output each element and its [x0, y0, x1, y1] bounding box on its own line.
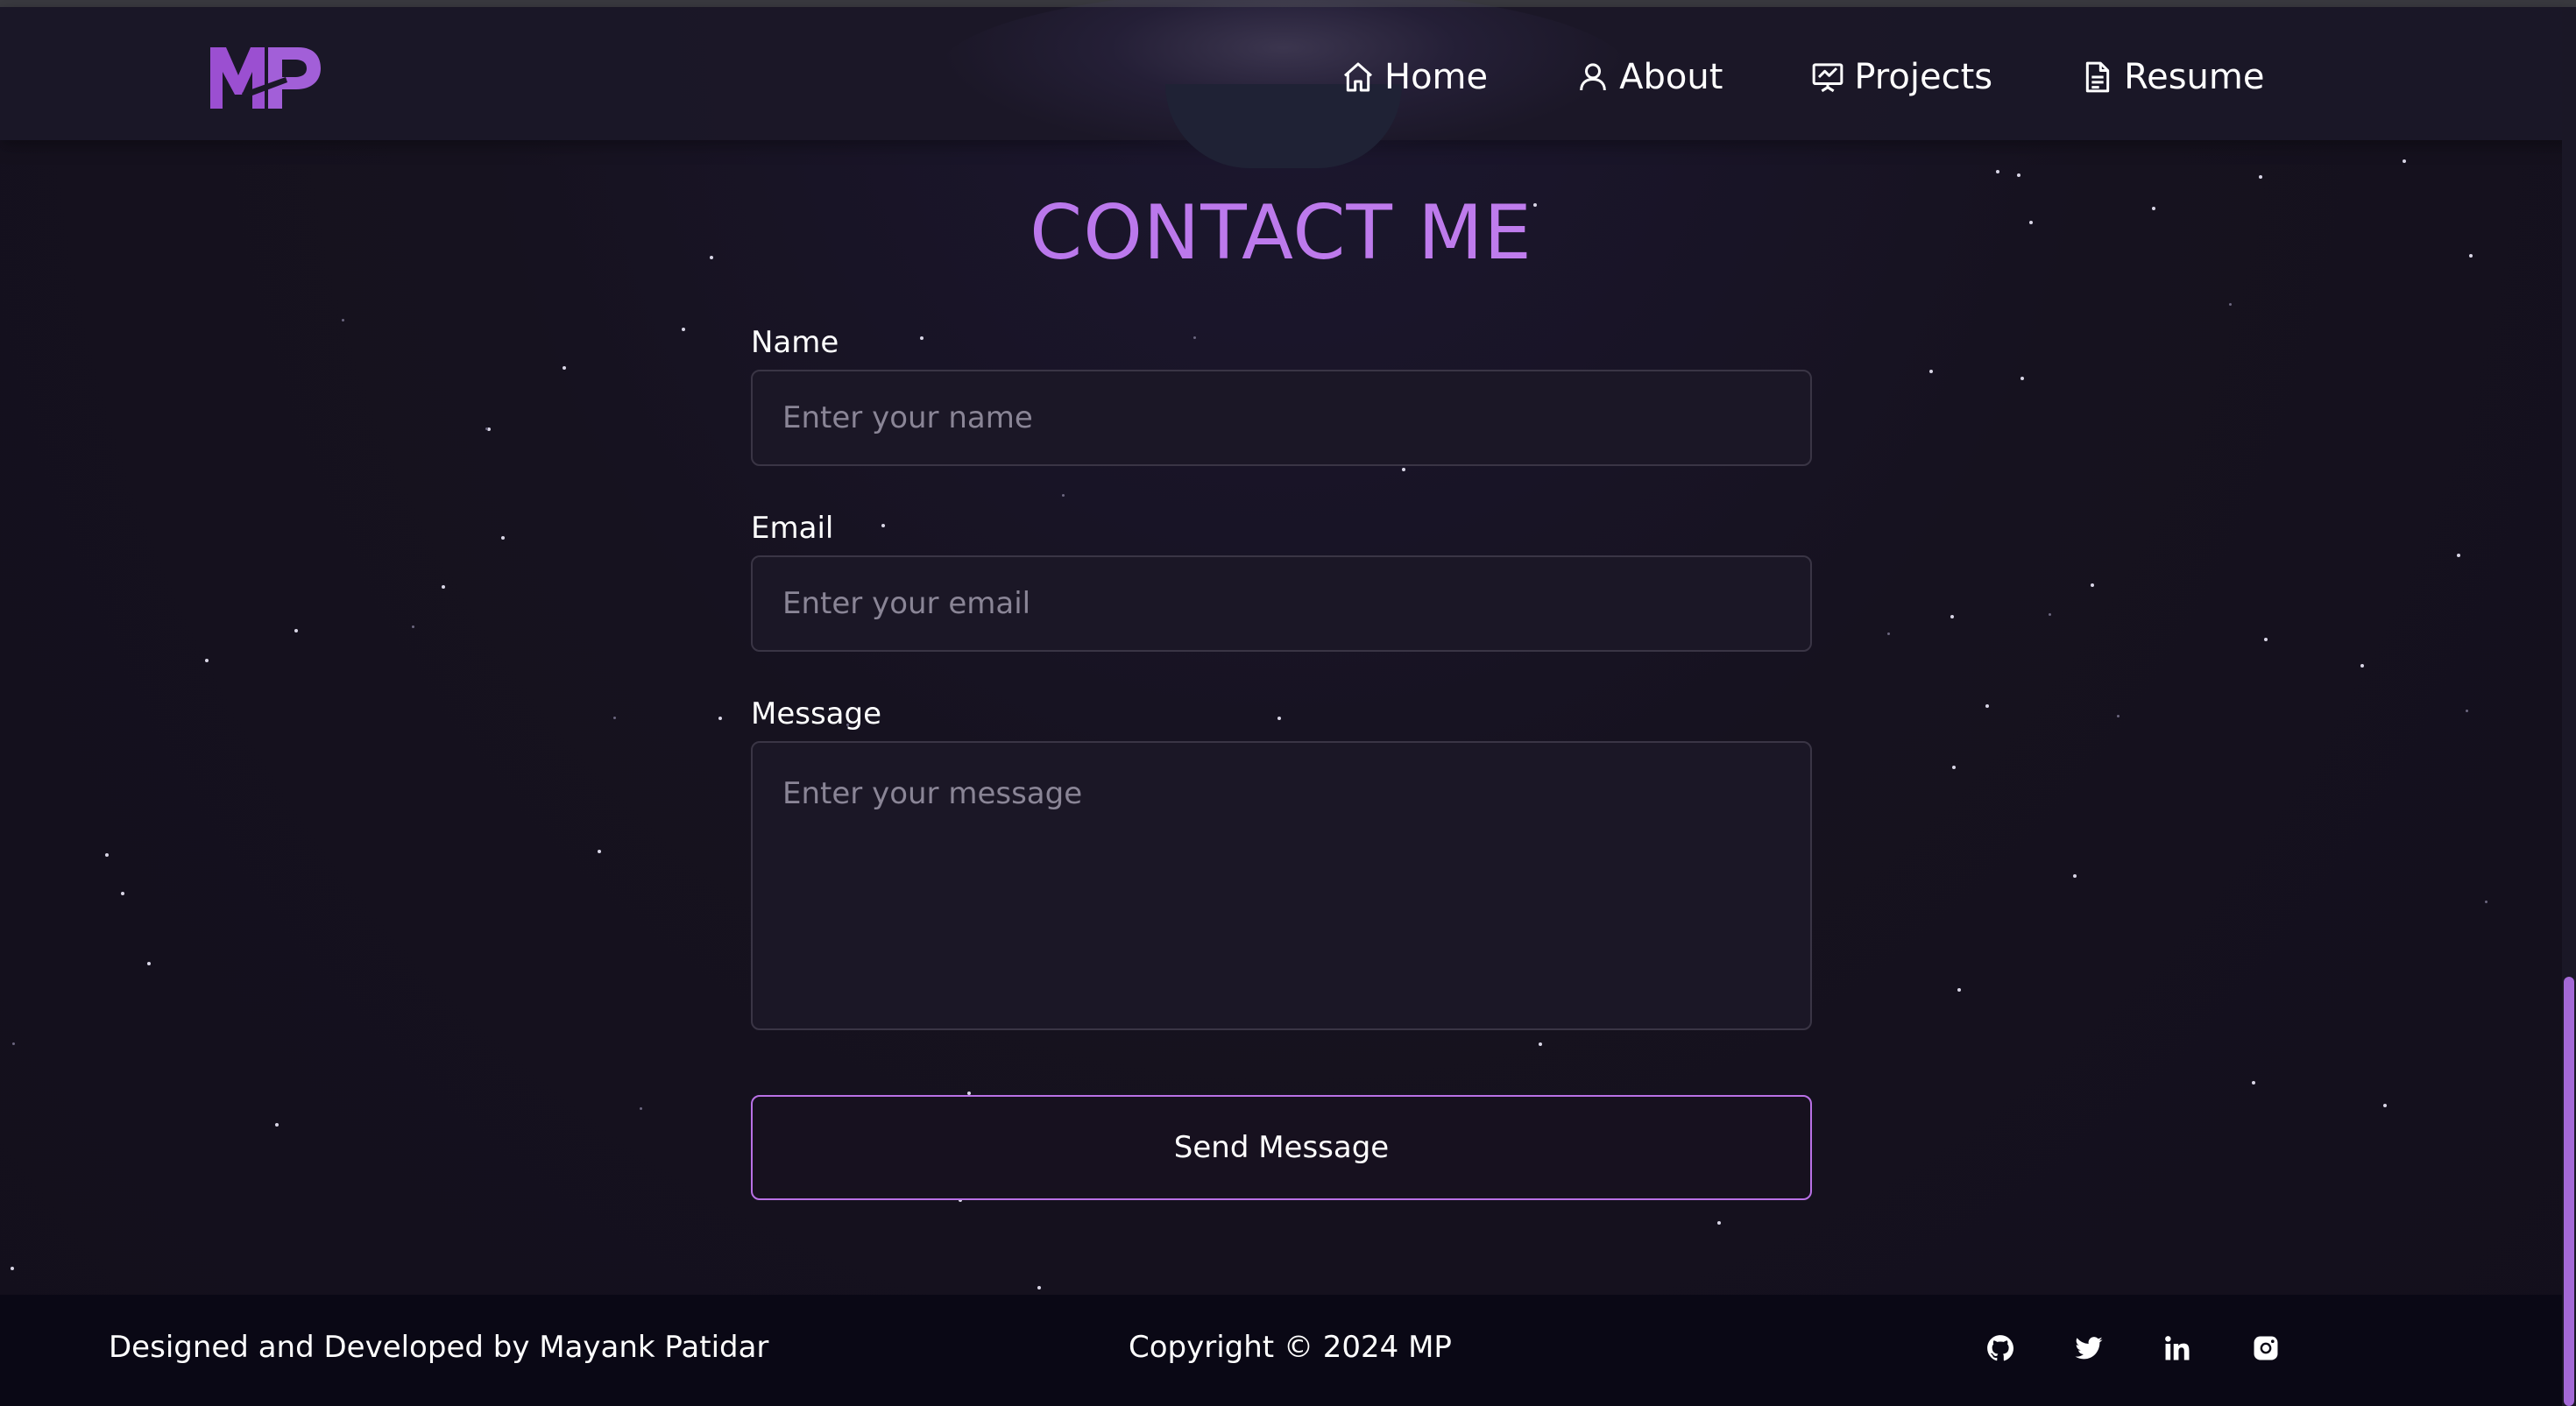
star	[501, 536, 505, 540]
page: Home About Projects Resume CONTACT ME Na…	[0, 0, 2576, 1406]
star	[2466, 710, 2468, 712]
star	[1037, 1286, 1041, 1289]
github-icon	[1987, 1335, 2014, 1361]
message-label: Message	[751, 696, 882, 731]
star	[105, 853, 109, 857]
star	[11, 1267, 14, 1270]
star	[2117, 715, 2120, 717]
star	[2020, 377, 2024, 380]
twitter-link[interactable]	[2072, 1332, 2105, 1365]
star	[2073, 874, 2077, 878]
star	[718, 717, 722, 720]
star	[294, 629, 298, 632]
logo-icon[interactable]	[207, 40, 322, 112]
nav-projects[interactable]: Projects	[1810, 57, 1992, 97]
footer-credit: Designed and Developed by Mayank Patidar	[109, 1330, 769, 1365]
instagram-link[interactable]	[2249, 1332, 2282, 1365]
star	[442, 585, 445, 589]
star	[2457, 554, 2460, 557]
message-textarea[interactable]	[751, 741, 1812, 1030]
star	[682, 328, 685, 331]
star	[2229, 303, 2232, 306]
star	[205, 659, 209, 662]
star	[1985, 704, 1989, 708]
star	[12, 1042, 15, 1045]
github-link[interactable]	[1984, 1332, 2017, 1365]
star	[342, 319, 344, 321]
home-icon	[1344, 62, 1372, 92]
contact-form: Name Email Message Send Message	[751, 324, 1812, 1200]
email-input[interactable]	[751, 555, 1812, 652]
star	[2383, 1104, 2387, 1107]
star	[2252, 1081, 2255, 1085]
nav-home-label: Home	[1384, 57, 1489, 97]
star	[1950, 615, 1954, 618]
star	[1957, 988, 1961, 992]
star	[1929, 370, 1933, 373]
star	[487, 427, 491, 431]
nav-resume-label: Resume	[2124, 57, 2265, 97]
navbar: Home About Projects Resume	[0, 0, 2576, 168]
star	[121, 892, 124, 895]
send-message-button[interactable]: Send Message	[751, 1095, 1812, 1200]
footer-copyright: Copyright © 2024 MP	[1129, 1330, 1452, 1365]
nav-projects-label: Projects	[1854, 57, 1993, 97]
footer: Designed and Developed by Mayank Patidar…	[0, 1295, 2562, 1406]
name-group: Name	[751, 324, 1812, 466]
nav-home[interactable]: Home	[1341, 57, 1488, 97]
star	[1717, 1221, 1721, 1225]
star	[563, 366, 566, 370]
document-icon	[2085, 61, 2110, 93]
nav-about[interactable]: About	[1575, 57, 1723, 97]
star	[2259, 175, 2262, 179]
nav-about-label: About	[1619, 57, 1723, 97]
star	[1996, 170, 1999, 173]
star	[1952, 766, 1956, 769]
linkedin-link[interactable]	[2161, 1332, 2194, 1365]
twitter-icon	[2075, 1337, 2103, 1360]
user-icon	[1580, 63, 1606, 91]
message-group: Message	[751, 696, 1812, 1034]
star	[613, 717, 616, 719]
star	[598, 850, 601, 853]
name-input[interactable]	[751, 370, 1812, 466]
star	[275, 1123, 279, 1127]
email-group: Email	[751, 510, 1812, 652]
star	[147, 962, 151, 965]
star	[2017, 173, 2020, 177]
name-label: Name	[751, 325, 839, 360]
instagram-icon	[2254, 1336, 2278, 1360]
social-links	[1984, 1332, 2282, 1365]
nav-links: Home About Projects Resume	[1341, 42, 2264, 112]
star	[1887, 632, 1890, 635]
star	[2091, 583, 2094, 587]
nav-resume[interactable]: Resume	[2080, 57, 2264, 97]
scrollbar-thumb[interactable]	[2564, 977, 2574, 1406]
star	[2485, 901, 2488, 903]
linkedin-icon	[2165, 1336, 2190, 1360]
star	[2264, 638, 2268, 641]
presentation-chart-icon	[1813, 63, 1844, 93]
star	[2403, 159, 2406, 163]
star	[412, 625, 414, 628]
star	[485, 427, 488, 430]
star	[2360, 664, 2364, 668]
star	[2049, 613, 2051, 616]
email-label: Email	[751, 511, 834, 546]
star	[640, 1107, 642, 1110]
page-title: CONTACT ME	[0, 189, 2562, 277]
